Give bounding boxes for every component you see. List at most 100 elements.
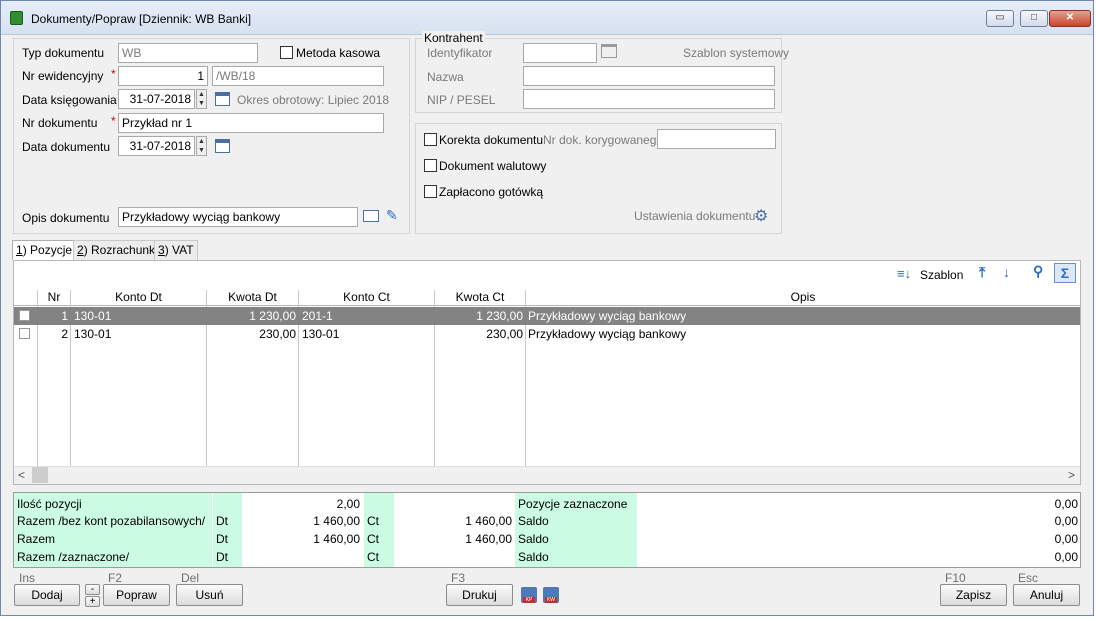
summary-right-label: Saldo [518,532,549,546]
f10-key-hint: F10 [945,571,966,585]
summary-right-label: Saldo [518,514,549,528]
nr-ewidencyjny-input[interactable]: 1 [118,66,208,86]
korekta-label: Korekta dokumentu [439,133,544,147]
close-button[interactable]: ✕ [1049,10,1091,27]
row-checkbox[interactable] [19,310,30,321]
zaplacono-checkbox[interactable] [424,185,437,198]
sum-icon[interactable]: Σ [1054,263,1076,283]
nazwa-input[interactable] [523,66,775,86]
scroll-thumb[interactable] [32,467,48,483]
summary-dt-value: 2,00 [336,497,360,511]
popraw-button[interactable]: Popraw [103,584,170,606]
del-key-hint: Del [181,571,200,585]
usun-button[interactable]: Usuń [176,584,243,606]
nr-ewidencyjny-suffix: /WB/18 [212,66,384,86]
gear-icon[interactable]: ⚙ [754,206,768,226]
folder-icon[interactable] [363,210,379,222]
print-kw-icon[interactable]: KW [543,587,559,603]
ustawienia-link[interactable]: Ustawienia dokumentu [634,209,755,223]
tab-rozrachunki-key: 2 [77,243,84,257]
data-dokumentu-spinner[interactable]: ▲ ▼ [196,136,207,156]
summary-dt-value: 1 460,00 [313,532,360,546]
ins-key-hint: Ins [19,571,36,585]
edit-icon[interactable]: ✎ [386,207,398,224]
summary-right-value: 0,00 [1054,497,1078,511]
tab-vat[interactable]: 3) VAT [154,240,198,260]
data-ksiegowania-label: Data księgowania [22,93,117,107]
nazwa-label: Nazwa [427,70,464,84]
szablon-icon[interactable]: ≡↓ [897,266,911,281]
summary-right-value: 0,00 [1054,550,1078,564]
header-kwota-ct[interactable]: Kwota Ct [435,290,525,304]
summary-right-value: 0,00 [1054,532,1078,546]
header-nr[interactable]: Nr [38,290,70,304]
scroll-right-icon[interactable]: > [1068,468,1075,482]
okres-obrotowy-text: Okres obrotowy: Lipiec 2018 [237,93,390,107]
typ-dokumentu-label: Typ dokumentu [22,46,105,60]
kontrahent-legend: Kontrahent [422,31,485,45]
nip-pesel-input[interactable] [523,89,775,109]
scroll-left-icon[interactable]: < [18,468,25,482]
metoda-kasowa-label: Metoda kasowa [296,46,381,60]
identyfikator-input[interactable] [523,43,597,63]
row-konto-dt: 130-01 [74,327,112,341]
data-ksiegowania-input[interactable]: 31-07-2018 [118,89,195,109]
data-dokumentu-label: Data dokumentu [22,140,111,154]
esc-key-hint: Esc [1018,571,1039,585]
dodaj-button[interactable]: Dodaj [14,584,80,606]
nr-dokumentu-input[interactable]: Przykład nr 1 [118,113,384,133]
header-opis[interactable]: Opis [526,290,1080,304]
summary-label: Ilość pozycji [17,497,82,511]
calendar-icon[interactable] [215,92,230,106]
nr-dok-korygowanego-label: Nr dok. korygowanego [543,133,664,147]
summary-right-value: 0,00 [1054,514,1078,528]
korekta-checkbox[interactable] [424,133,437,146]
row-kwota-dt: 230,00 [259,327,296,341]
data-dokumentu-input[interactable]: 31-07-2018 [118,136,195,156]
zaplacono-label: Zapłacono gotówką [439,185,544,199]
summary-ct: Ct [367,550,379,564]
row-checkbox[interactable] [19,328,30,339]
title-bar[interactable]: Dokumenty/Popraw [Dziennik: WB Banki] ▭ … [1,1,1093,35]
f3-key-hint: F3 [451,571,466,585]
data-ksiegowania-spinner[interactable]: ▲ ▼ [196,89,207,109]
opis-dokumentu-input[interactable]: Przykładowy wyciąg bankowy [118,207,358,227]
plus-button[interactable]: + [85,596,100,607]
calendar-icon[interactable] [215,139,230,153]
print-kp-label: KP [523,597,535,603]
summary-ct: Ct [367,532,379,546]
move-down-icon[interactable]: ↓ [1003,264,1010,280]
minus-button[interactable]: - [85,584,100,595]
summary-ct: Ct [367,514,379,528]
typ-dokumentu-input[interactable]: WB [118,43,258,63]
drukuj-button[interactable]: Drukuj [446,584,513,606]
folder-icon[interactable] [601,44,617,58]
row-nr: 2 [61,327,68,341]
szablon-button[interactable]: Szablon [920,268,963,282]
header-kwota-dt[interactable]: Kwota Dt [207,290,298,304]
tab-pozycje[interactable]: 1) Pozycje [12,240,77,260]
search-icon[interactable]: ⚲ [1033,263,1043,280]
header-konto-ct[interactable]: Konto Ct [299,290,434,304]
nr-dokumentu-label: Nr dokumentu [22,116,98,130]
nr-dok-korygowanego-input[interactable] [657,129,776,149]
row-konto-dt: 130-01 [74,309,112,323]
header-konto-dt[interactable]: Konto Dt [71,290,206,304]
metoda-kasowa-checkbox[interactable] [280,46,293,59]
row-kwota-ct: 1 230,00 [476,309,523,323]
minimize-button[interactable]: ▭ [986,10,1014,27]
row-nr: 1 [61,309,68,323]
tab-vat-label: ) VAT [164,243,194,257]
horizontal-scrollbar[interactable] [14,466,1080,484]
print-kp-icon[interactable]: KP [521,587,537,603]
nr-ewidencyjny-label: Nr ewidencyjny [22,69,104,83]
walutowy-checkbox[interactable] [424,159,437,172]
tab-rozrachunki[interactable]: 2) Rozrachunki [73,240,162,260]
zapisz-button[interactable]: Zapisz [940,584,1007,606]
nip-pesel-label: NIP / PESEL [427,93,496,107]
anuluj-button[interactable]: Anuluj [1013,584,1080,606]
row-kwota-ct: 230,00 [486,327,523,341]
move-top-icon[interactable]: ⤒ [979,264,985,281]
tab-pozycje-key: 1 [16,243,23,257]
maximize-button[interactable]: □ [1020,10,1048,27]
